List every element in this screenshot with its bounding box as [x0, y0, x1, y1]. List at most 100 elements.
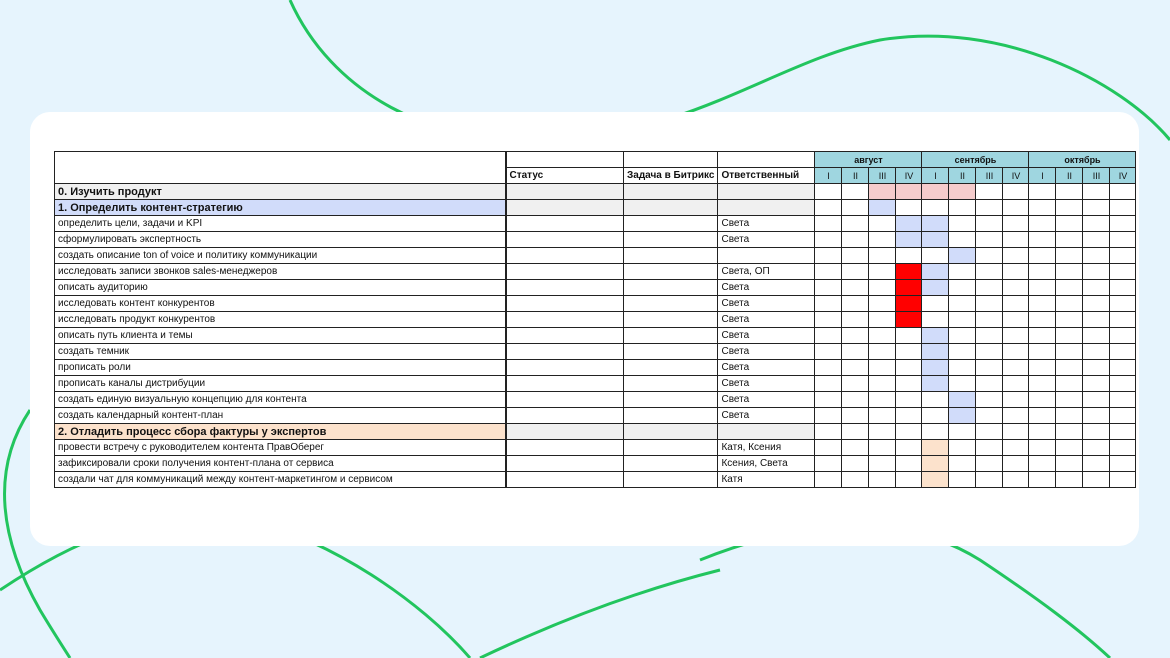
gantt-cell [921, 215, 950, 232]
table-row: создали чат для коммуникаций между конте… [54, 471, 1137, 488]
gantt-cell [868, 295, 897, 312]
gantt-cell [1028, 295, 1057, 312]
status-cell [504, 183, 624, 200]
month-september: сентябрь [921, 151, 1030, 168]
gantt-cell [814, 247, 843, 264]
gantt-cell [1109, 247, 1137, 264]
gantt-cell [975, 327, 1004, 344]
gantt-cell [921, 407, 950, 424]
gantt-cell [1109, 439, 1137, 456]
gantt-cell [868, 407, 897, 424]
gantt-cell [1002, 247, 1030, 264]
status-cell [504, 343, 624, 360]
gantt-cell [921, 455, 950, 472]
gantt-cell [948, 455, 977, 472]
gantt-cell [895, 375, 923, 392]
gantt-cell [1028, 231, 1057, 248]
gantt-cell [975, 423, 1004, 440]
curve-bottom-mid [479, 568, 721, 658]
gantt-cell [1109, 263, 1137, 280]
gantt-cell [895, 455, 923, 472]
responsible-cell [717, 183, 816, 200]
status-cell [504, 439, 624, 456]
week-aug-4: IV [895, 167, 923, 184]
gantt-cell [1082, 295, 1111, 312]
gantt-cell [975, 311, 1004, 328]
content-plan-table: август сентябрь октябрь Статус Задача в … [54, 151, 1137, 488]
bitrix-task-cell [622, 279, 719, 296]
gantt-cell [975, 199, 1004, 216]
gantt-cell [1082, 343, 1111, 360]
gantt-cell [1055, 231, 1084, 248]
task-name: определить цели, задачи и KPI [54, 215, 506, 232]
gantt-cell [975, 407, 1004, 424]
gantt-cell [1055, 455, 1084, 472]
gantt-cell [1082, 423, 1111, 440]
week-aug-2: II [841, 167, 870, 184]
gantt-cell [868, 423, 897, 440]
responsible-cell [717, 199, 816, 216]
week-oct-1: I [1028, 167, 1057, 184]
table-row: создать описание ton of voice и политику… [54, 247, 1137, 264]
status-cell [504, 391, 624, 408]
gantt-cell [1109, 311, 1137, 328]
responsible-cell: Света [717, 375, 816, 392]
responsible-cell: Света [717, 391, 816, 408]
gantt-cell [921, 391, 950, 408]
gantt-cell [895, 391, 923, 408]
status-cell [504, 423, 624, 440]
bitrix-task-cell [622, 247, 719, 264]
section-title: 0. Изучить продукт [54, 183, 506, 200]
gantt-cell [1109, 327, 1137, 344]
gantt-cell [921, 423, 950, 440]
table-row: прописать каналы дистрибуции Света [54, 375, 1137, 392]
bitrix-task-cell [622, 407, 719, 424]
gantt-cell [1002, 359, 1030, 376]
gantt-cell [1028, 375, 1057, 392]
gantt-cell [948, 407, 977, 424]
gantt-cell [1109, 199, 1137, 216]
gantt-cell [841, 199, 870, 216]
table-row: создать календарный контент-план Света [54, 407, 1137, 424]
gantt-cell [895, 279, 923, 296]
responsible-cell: Света [717, 231, 816, 248]
header-bitrix-task: Задача в Битрикс [622, 167, 719, 184]
gantt-cell [1055, 327, 1084, 344]
gantt-cell [868, 327, 897, 344]
gantt-cell [948, 471, 977, 488]
gantt-cell [895, 263, 923, 280]
responsible-cell: Ксения, Света [717, 455, 816, 472]
gantt-cell [841, 279, 870, 296]
table-row: 0. Изучить продукт [54, 183, 1137, 200]
gantt-cell [921, 375, 950, 392]
gantt-cell [1082, 455, 1111, 472]
gantt-cell [841, 215, 870, 232]
gantt-cell [975, 263, 1004, 280]
gantt-cell [868, 455, 897, 472]
responsible-cell: Катя [717, 471, 816, 488]
responsible-cell: Света [717, 311, 816, 328]
status-cell [504, 311, 624, 328]
gantt-cell [921, 231, 950, 248]
gantt-cell [975, 231, 1004, 248]
gantt-cell [868, 359, 897, 376]
gantt-cell [895, 359, 923, 376]
week-oct-2: II [1055, 167, 1084, 184]
gantt-cell [1082, 215, 1111, 232]
gantt-cell [1055, 391, 1084, 408]
gantt-cell [868, 391, 897, 408]
gantt-cell [1028, 439, 1057, 456]
gantt-cell [921, 343, 950, 360]
table-row: создать темник Света [54, 343, 1137, 360]
gantt-cell [868, 471, 897, 488]
gantt-cell [895, 439, 923, 456]
gantt-cell [814, 327, 843, 344]
bitrix-task-cell [622, 455, 719, 472]
gantt-cell [868, 439, 897, 456]
bitrix-task-cell [622, 231, 719, 248]
gantt-cell [1002, 327, 1030, 344]
task-name: прописать каналы дистрибуции [54, 375, 506, 392]
gantt-cell [948, 263, 977, 280]
table-row: описать аудиторию Света [54, 279, 1137, 296]
gantt-cell [1055, 423, 1084, 440]
